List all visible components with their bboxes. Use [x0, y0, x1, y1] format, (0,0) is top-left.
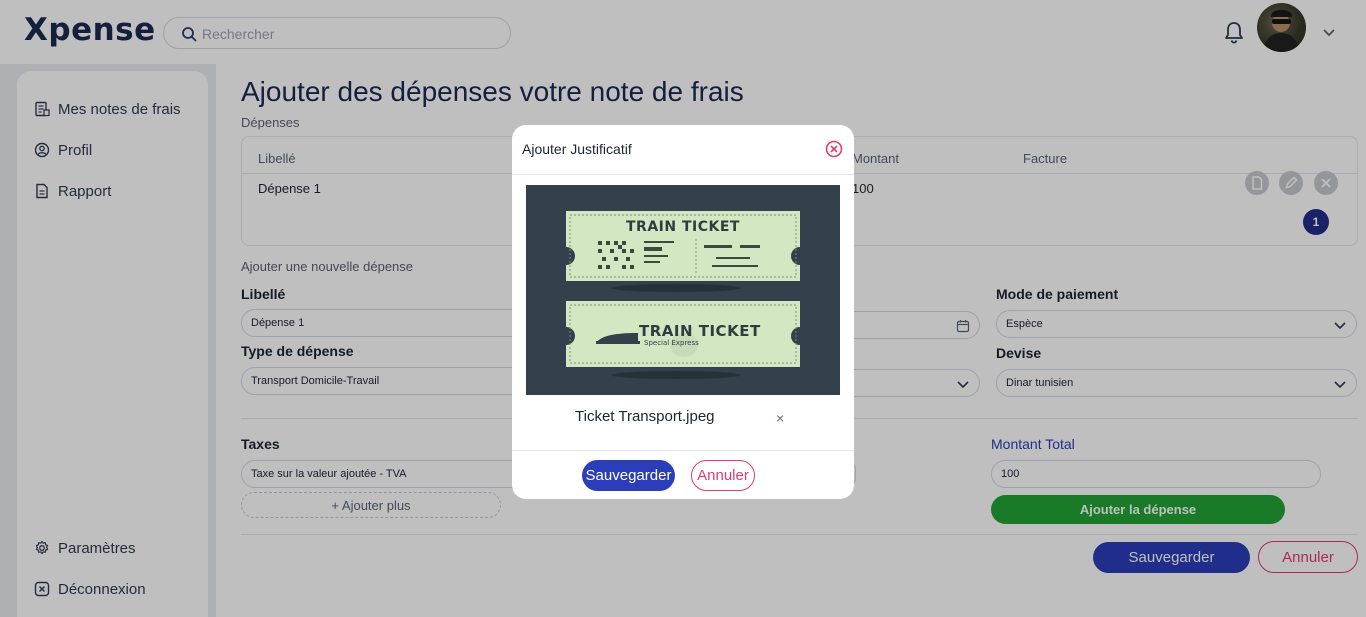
- ticket-subtitle: Special Express: [644, 339, 699, 347]
- add-receipt-modal: Ajouter Justificatif TRAIN TICKET TRAIN …: [512, 125, 854, 499]
- remove-file-button[interactable]: ×: [776, 410, 784, 426]
- modal-save-button[interactable]: Sauvegarder: [582, 460, 675, 491]
- modal-footer-divider: [512, 450, 854, 451]
- modal-cancel-button[interactable]: Annuler: [691, 460, 755, 491]
- receipt-image: TRAIN TICKET TRAIN TICKET Special Expres…: [526, 185, 840, 395]
- ticket-title-2: TRAIN TICKET: [639, 322, 761, 340]
- modal-title: Ajouter Justificatif: [522, 141, 632, 157]
- ticket-title-1: TRAIN TICKET: [626, 219, 740, 235]
- close-icon[interactable]: [825, 140, 843, 158]
- modal-header-divider: [512, 174, 854, 175]
- file-name: Ticket Transport.jpeg: [575, 408, 715, 425]
